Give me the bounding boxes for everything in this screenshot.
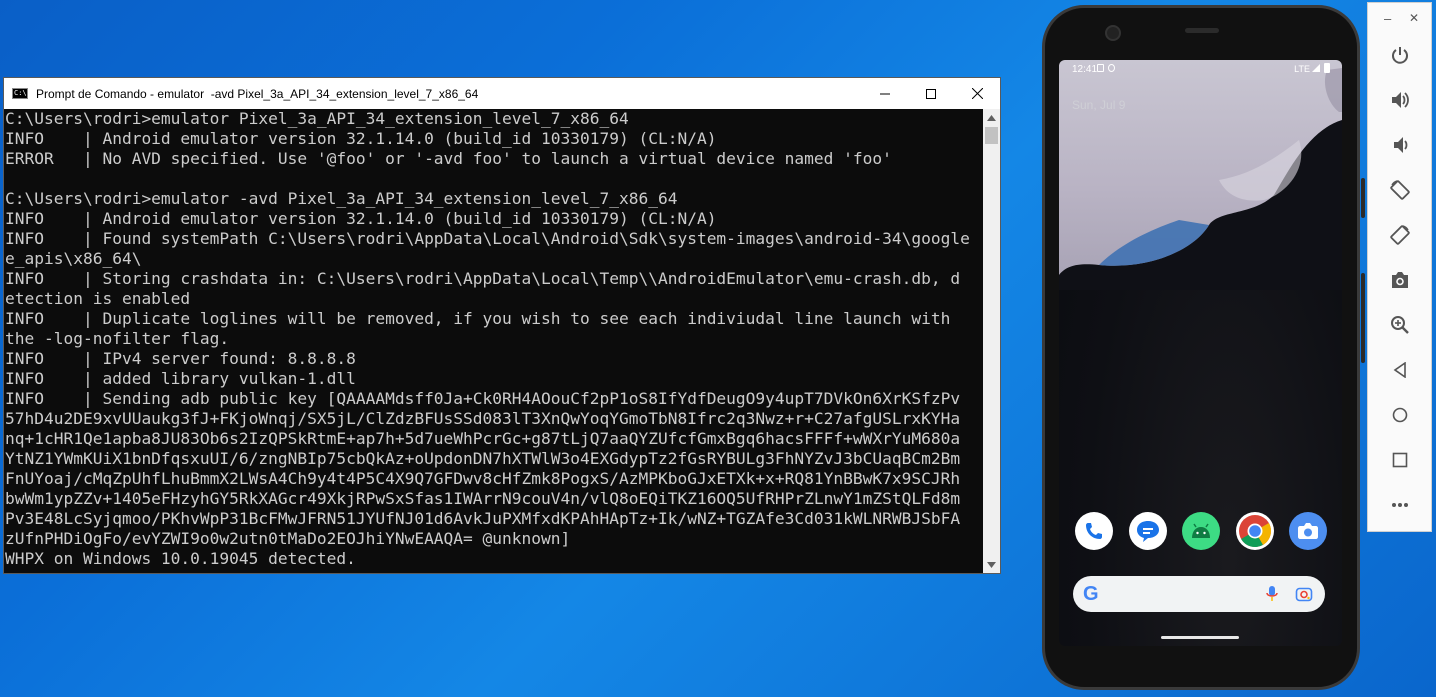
terminal-line: bwWm1ypZZv+1405eFHzyhGY5RkXAGcr49XkjRPwS… <box>5 489 961 508</box>
zoom-icon <box>1391 316 1409 334</box>
network-type: LTE <box>1294 64 1310 74</box>
camera-app-icon[interactable] <box>1289 512 1327 550</box>
chevron-up-icon <box>987 114 996 121</box>
status-bar: 12:41 LTE <box>1059 60 1342 80</box>
battery-icon <box>1324 63 1330 73</box>
back-button[interactable] <box>1388 358 1412 382</box>
terminal-line: nq+1cHR1Qe1apba8JU83Ob6s2IzQPSkRtmE+ap7h… <box>5 429 961 448</box>
zoom-button[interactable] <box>1388 313 1412 337</box>
front-camera <box>1105 25 1121 41</box>
terminal-line: 57hD4u2DE9xvUUaukg3fJ+FKjoWnqj/SX5jL/ClZ… <box>5 409 961 428</box>
toolbar-minimize-button[interactable]: – <box>1384 11 1391 26</box>
terminal-line: e_apis\x86_64\ <box>5 249 142 268</box>
terminal-line: C:\Users\rodri>emulator -avd Pixel_3a_AP… <box>5 189 678 208</box>
overview-button[interactable] <box>1388 448 1412 472</box>
vertical-scrollbar[interactable] <box>983 109 1000 573</box>
terminal-line: INFO | Android emulator version 32.1.14.… <box>5 209 717 228</box>
lens-icon[interactable] <box>1295 585 1313 603</box>
lockscreen-date[interactable]: Sun, Jul 9 <box>1072 98 1125 112</box>
terminal-line: INFO | Storing crashdata in: C:\Users\ro… <box>5 269 961 288</box>
signal-icon <box>1312 64 1320 72</box>
power-icon <box>1392 47 1408 64</box>
scrollbar-thumb[interactable] <box>985 127 998 144</box>
terminal-line: INFO | Sending adb public key [QAAAAMdsf… <box>5 389 961 408</box>
scroll-up-button[interactable] <box>983 109 1000 126</box>
screenshot-icon <box>1392 272 1408 288</box>
volume-up-icon <box>1392 92 1409 108</box>
power-button[interactable] <box>1388 43 1412 67</box>
device-screen[interactable]: 12:41 LTE Sun, Jul 9 G <box>1059 60 1342 646</box>
minimize-button[interactable] <box>862 78 908 109</box>
terminal-line: the -log-nofilter flag. <box>5 329 230 348</box>
more-button[interactable] <box>1388 493 1412 517</box>
terminal-line: etection is enabled <box>5 289 191 308</box>
rotate-right-button[interactable] <box>1388 223 1412 247</box>
terminal-line: INFO | Duplicate loglines will be remove… <box>5 309 951 328</box>
sim-icon <box>1097 64 1104 72</box>
terminal-line: INFO | Android emulator version 32.1.14.… <box>5 129 717 148</box>
maximize-icon <box>926 88 936 99</box>
emulator-toolbar: – ✕ <box>1367 2 1432 532</box>
window-title: Prompt de Comando - emulator -avd Pixel_… <box>36 86 479 101</box>
cmd-icon: C:\ <box>12 88 28 99</box>
android-app-icon[interactable] <box>1182 512 1220 550</box>
terminal-line: WHPX on Windows 10.0.19045 detected. <box>5 549 356 568</box>
close-icon <box>971 88 983 99</box>
terminal-line: INFO | Found systemPath C:\Users\rodri\A… <box>5 229 970 248</box>
terminal-line: zUfnPHDiOgFo/evYZWI9o0w2utn0tMaDo2EOJhiY… <box>5 529 571 548</box>
cmd-titlebar[interactable]: C:\ Prompt de Comando - emulator -avd Pi… <box>4 78 1000 109</box>
sync-icon <box>1108 64 1115 72</box>
side-button <box>1361 178 1365 218</box>
phone-app-icon[interactable] <box>1075 512 1113 550</box>
terminal-line: C:\Users\rodri>emulator Pixel_3a_API_34_… <box>5 109 629 128</box>
close-button[interactable] <box>954 78 1000 109</box>
terminal-line: ERROR | No AVD specified. Use '@foo' or … <box>5 149 892 168</box>
home-button[interactable] <box>1388 403 1412 427</box>
toolbar-close-button[interactable]: ✕ <box>1409 11 1419 25</box>
cmd-window: C:\ Prompt de Comando - emulator -avd Pi… <box>3 77 1001 574</box>
status-time: 12:41 <box>1072 64 1098 75</box>
more-icon <box>1392 503 1408 507</box>
rotate-left-icon <box>1390 180 1410 200</box>
gesture-home-bar[interactable] <box>1161 636 1239 639</box>
home-icon <box>1392 407 1408 423</box>
terminal-line: INFO | added library vulkan-1.dll <box>5 369 356 388</box>
rotate-right-icon <box>1390 225 1410 245</box>
terminal-line: Pv3E48LcSyjqmoo/PKhvWpP31BcFMwJFRN51JYUf… <box>5 509 961 528</box>
terminal-line: YtNZ1YWmKUiX1bnDfqsxuUI/6/zngNBIp75cbQkA… <box>5 449 961 468</box>
scroll-down-button[interactable] <box>983 556 1000 573</box>
minimize-icon <box>880 93 890 94</box>
terminal-line: FnUYoaj/cMqZpUhfLhuBmmX2LWsA4Ch9y4t4P5C4… <box>5 469 961 488</box>
google-logo: G <box>1083 582 1099 605</box>
wallpaper <box>1059 60 1342 290</box>
volume-up-button[interactable] <box>1388 88 1412 112</box>
google-search-bar[interactable]: G <box>1073 576 1325 612</box>
chevron-down-icon <box>987 561 996 568</box>
terminal-output[interactable]: C:\Users\rodri>emulator Pixel_3a_API_34_… <box>4 109 983 573</box>
back-icon <box>1393 362 1406 378</box>
volume-down-icon <box>1394 137 1408 153</box>
messages-app-icon[interactable] <box>1128 512 1167 550</box>
volume-down-button[interactable] <box>1388 133 1412 157</box>
emulator-device-frame: 12:41 LTE Sun, Jul 9 G <box>1042 5 1365 690</box>
mic-icon[interactable] <box>1265 585 1279 603</box>
terminal-line: INFO | IPv4 server found: 8.8.8.8 <box>5 349 356 368</box>
rotate-left-button[interactable] <box>1388 178 1412 202</box>
overview-icon <box>1392 452 1408 468</box>
earpiece <box>1185 28 1219 33</box>
volume-rocker <box>1361 273 1365 363</box>
screenshot-button[interactable] <box>1388 268 1412 292</box>
maximize-button[interactable] <box>908 78 954 109</box>
chrome-app-icon[interactable] <box>1235 512 1274 550</box>
app-dock <box>1075 512 1327 552</box>
